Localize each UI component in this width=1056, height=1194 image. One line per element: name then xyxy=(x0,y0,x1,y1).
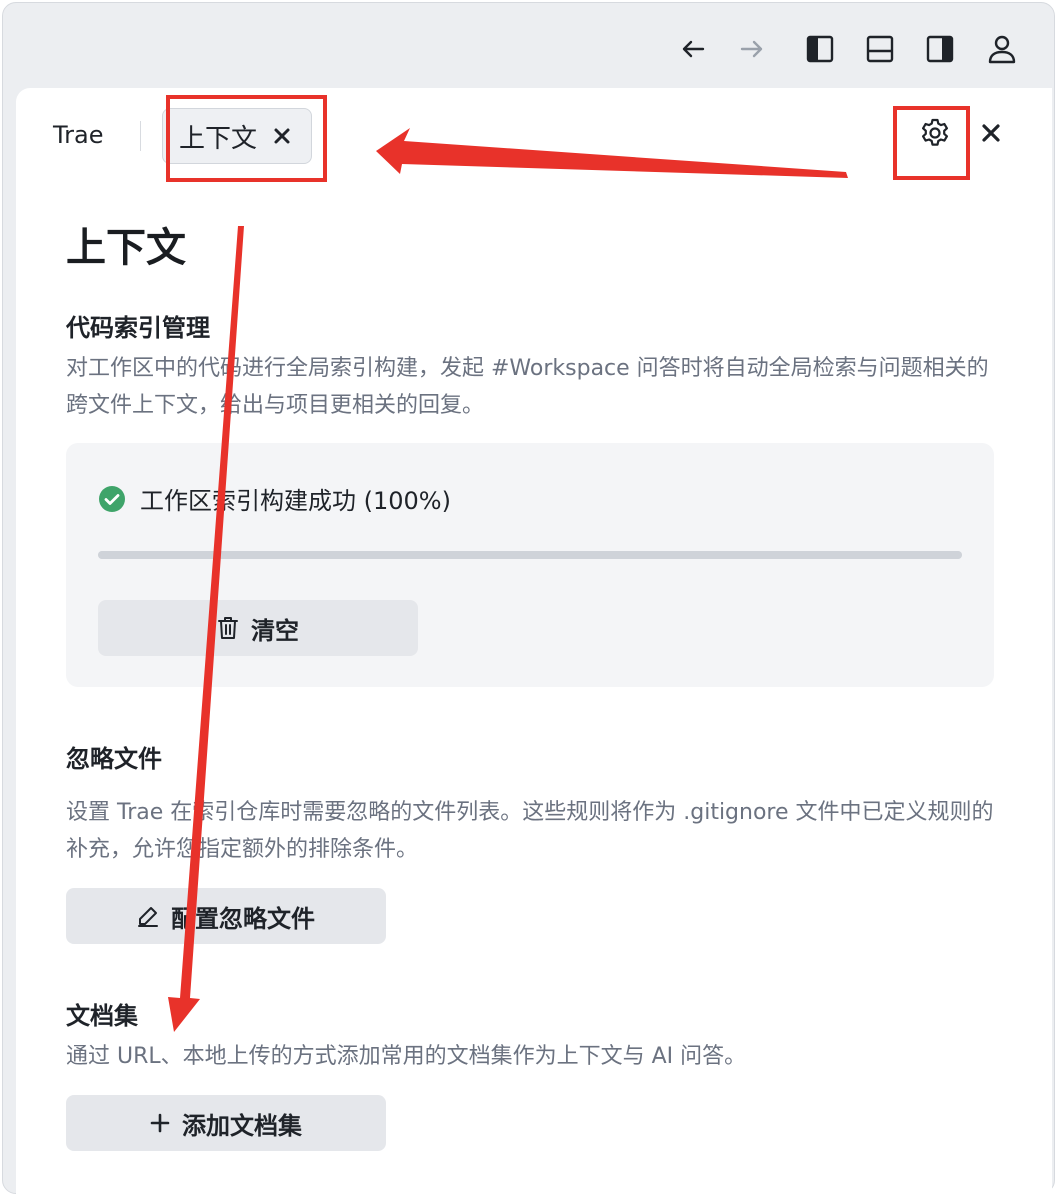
docs-description: 通过 URL、本地上传的方式添加常用的文档集作为上下文与 AI 问答。 xyxy=(66,1044,747,1069)
ignore-files-description: 设置 Trae 在索引仓库时需要忽略的文件列表。这些规则将作为 .gitigno… xyxy=(66,800,994,862)
toggle-right-sidebar-icon[interactable] xyxy=(922,31,958,67)
add-docs-button[interactable]: 添加文档集 xyxy=(66,1095,386,1151)
toggle-left-sidebar-icon[interactable] xyxy=(802,31,838,67)
index-progress-bar xyxy=(98,551,962,559)
tab-context[interactable]: 上下文 xyxy=(162,108,312,164)
account-icon[interactable] xyxy=(984,31,1020,67)
success-check-icon xyxy=(99,485,125,512)
clear-index-label: 清空 xyxy=(251,616,299,645)
tab-close-icon[interactable] xyxy=(269,123,295,149)
index-status-text: 工作区索引构建成功 (100%) xyxy=(140,487,451,515)
add-docs-label: 添加文档集 xyxy=(182,1111,302,1140)
forward-arrow-icon[interactable] xyxy=(734,31,770,67)
ignore-files-heading: 忽略文件 xyxy=(66,745,162,773)
configure-ignore-files-button[interactable]: 配置忽略文件 xyxy=(66,888,386,944)
tab-context-label: 上下文 xyxy=(179,123,258,154)
index-status: 工作区索引构建成功 (100%) xyxy=(98,481,451,516)
code-index-heading: 代码索引管理 xyxy=(66,314,210,342)
close-panel-icon[interactable] xyxy=(976,118,1006,148)
edit-pencil-icon xyxy=(138,907,158,927)
configure-ignore-files-label: 配置忽略文件 xyxy=(171,904,315,933)
tab-trae[interactable]: Trae xyxy=(53,121,103,149)
clear-index-button[interactable]: 清空 xyxy=(98,600,418,656)
toggle-bottom-panel-icon[interactable] xyxy=(862,31,898,67)
tab-separator xyxy=(140,121,141,151)
window-toolbar xyxy=(3,3,1054,91)
index-progress-fill xyxy=(98,551,962,559)
code-index-description: 对工作区中的代码进行全局索引构建，发起 #Workspace 问答时将自动全局检… xyxy=(66,356,989,418)
back-arrow-icon[interactable] xyxy=(675,31,711,67)
context-panel: Trae 上下文 上下文 代码索引管理 对工作区中的代码进行全局索引构建，发起 … xyxy=(16,88,1052,1194)
docs-heading: 文档集 xyxy=(66,1002,138,1030)
settings-gear-icon[interactable] xyxy=(916,114,954,152)
index-status-card: 工作区索引构建成功 (100%) 清空 xyxy=(66,443,994,687)
tab-bar: Trae 上下文 xyxy=(16,88,1052,188)
plus-icon xyxy=(150,1113,170,1133)
page-title: 上下文 xyxy=(66,225,186,271)
trash-icon xyxy=(218,617,238,639)
